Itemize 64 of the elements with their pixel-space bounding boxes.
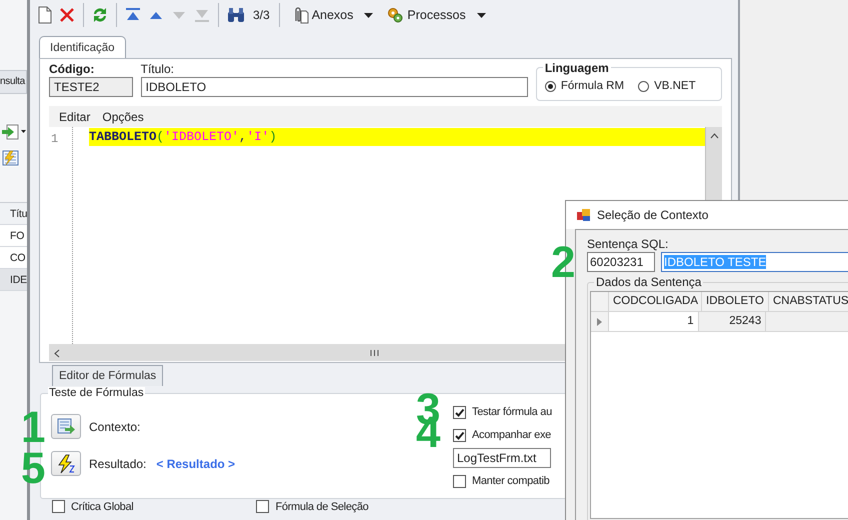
menu-button[interactable]: Anexos xyxy=(284,3,380,27)
checkbox[interactable] xyxy=(256,500,270,513)
radio-label: VB.NET xyxy=(654,80,696,92)
menu-button[interactable]: Processos xyxy=(380,3,492,27)
table-arrow-icon xyxy=(56,418,76,436)
field-label: Contexto: xyxy=(89,420,140,434)
step-number: 5 xyxy=(21,449,46,489)
checkbox[interactable] xyxy=(52,500,65,513)
scroll-up-icon xyxy=(710,133,718,139)
checkbox-label: Crítica Global xyxy=(71,500,134,512)
column-header[interactable]: CODCOLIGADA xyxy=(609,292,702,312)
column-header[interactable]: IDBOLETO xyxy=(702,292,769,312)
window-title: Seleção de Contexto xyxy=(597,208,708,222)
scroll-grip-icon xyxy=(370,349,379,357)
title-field[interactable]: IDBOLETO xyxy=(140,77,528,97)
binoculars-icon xyxy=(226,6,246,24)
run-button[interactable] xyxy=(51,451,81,476)
code-field[interactable]: 60203231 xyxy=(587,252,655,272)
row-header xyxy=(591,292,609,312)
step-number: 2 xyxy=(551,243,576,283)
line-number: 1 xyxy=(50,132,60,148)
group-title: Dados da Sentença xyxy=(594,275,704,289)
group-title: Teste de Fórmulas xyxy=(48,387,145,399)
row-header[interactable] xyxy=(591,312,609,332)
table-cell: 25243 xyxy=(698,312,766,332)
field-label: Sentença SQL: xyxy=(587,238,670,251)
checkbox-label: Fórmula de Seleção xyxy=(275,500,368,512)
table-row[interactable]: IDE xyxy=(0,269,27,291)
checkbox[interactable] xyxy=(453,474,466,488)
checkbox[interactable] xyxy=(453,406,466,418)
tab[interactable]: nsulta xyxy=(0,70,27,94)
step-number: 1 xyxy=(21,408,46,448)
radio-label: Fórmula RM xyxy=(560,80,624,92)
group-title: Linguagem xyxy=(542,61,611,75)
checkbox-label: Testar fórmula au xyxy=(472,406,552,418)
caret-icon xyxy=(476,12,486,18)
field-label: Título: xyxy=(140,63,175,76)
table-row[interactable]: FO xyxy=(0,225,27,247)
context-button[interactable] xyxy=(51,414,81,439)
tab[interactable]: Editor de Fórmulas xyxy=(52,365,164,386)
checkbox-label: Manter compatib xyxy=(472,475,550,487)
radio-button[interactable] xyxy=(544,80,556,92)
table-row[interactable]: CO xyxy=(0,247,27,269)
record-counter: 3/3 xyxy=(253,8,270,22)
row-pointer-icon xyxy=(597,318,602,326)
window-icon xyxy=(576,207,592,223)
menu-item[interactable]: Opções xyxy=(98,110,148,124)
checkbox-label: Acompanhar exe xyxy=(472,429,551,441)
menu-item[interactable]: Editar xyxy=(55,110,94,124)
code-field[interactable]: TESTE2 xyxy=(49,77,133,97)
lightning-icon xyxy=(56,454,76,474)
field-label: Código: xyxy=(49,63,96,76)
column-header: Títu xyxy=(10,208,27,220)
scroll-left-icon xyxy=(54,348,60,358)
field-label: Resultado: xyxy=(89,456,146,470)
file-name-field[interactable]: LogTestFrm.txt xyxy=(453,448,551,468)
gears-icon xyxy=(386,6,404,24)
result-link[interactable]: < Resultado > xyxy=(156,456,236,470)
table-cell: 1 xyxy=(609,312,699,332)
radio-button[interactable] xyxy=(638,80,650,92)
column-header[interactable]: CNABSTATUS xyxy=(768,292,848,312)
caret-icon xyxy=(364,12,374,18)
checkbox[interactable] xyxy=(453,428,466,442)
tab[interactable]: Identificação xyxy=(39,36,126,58)
